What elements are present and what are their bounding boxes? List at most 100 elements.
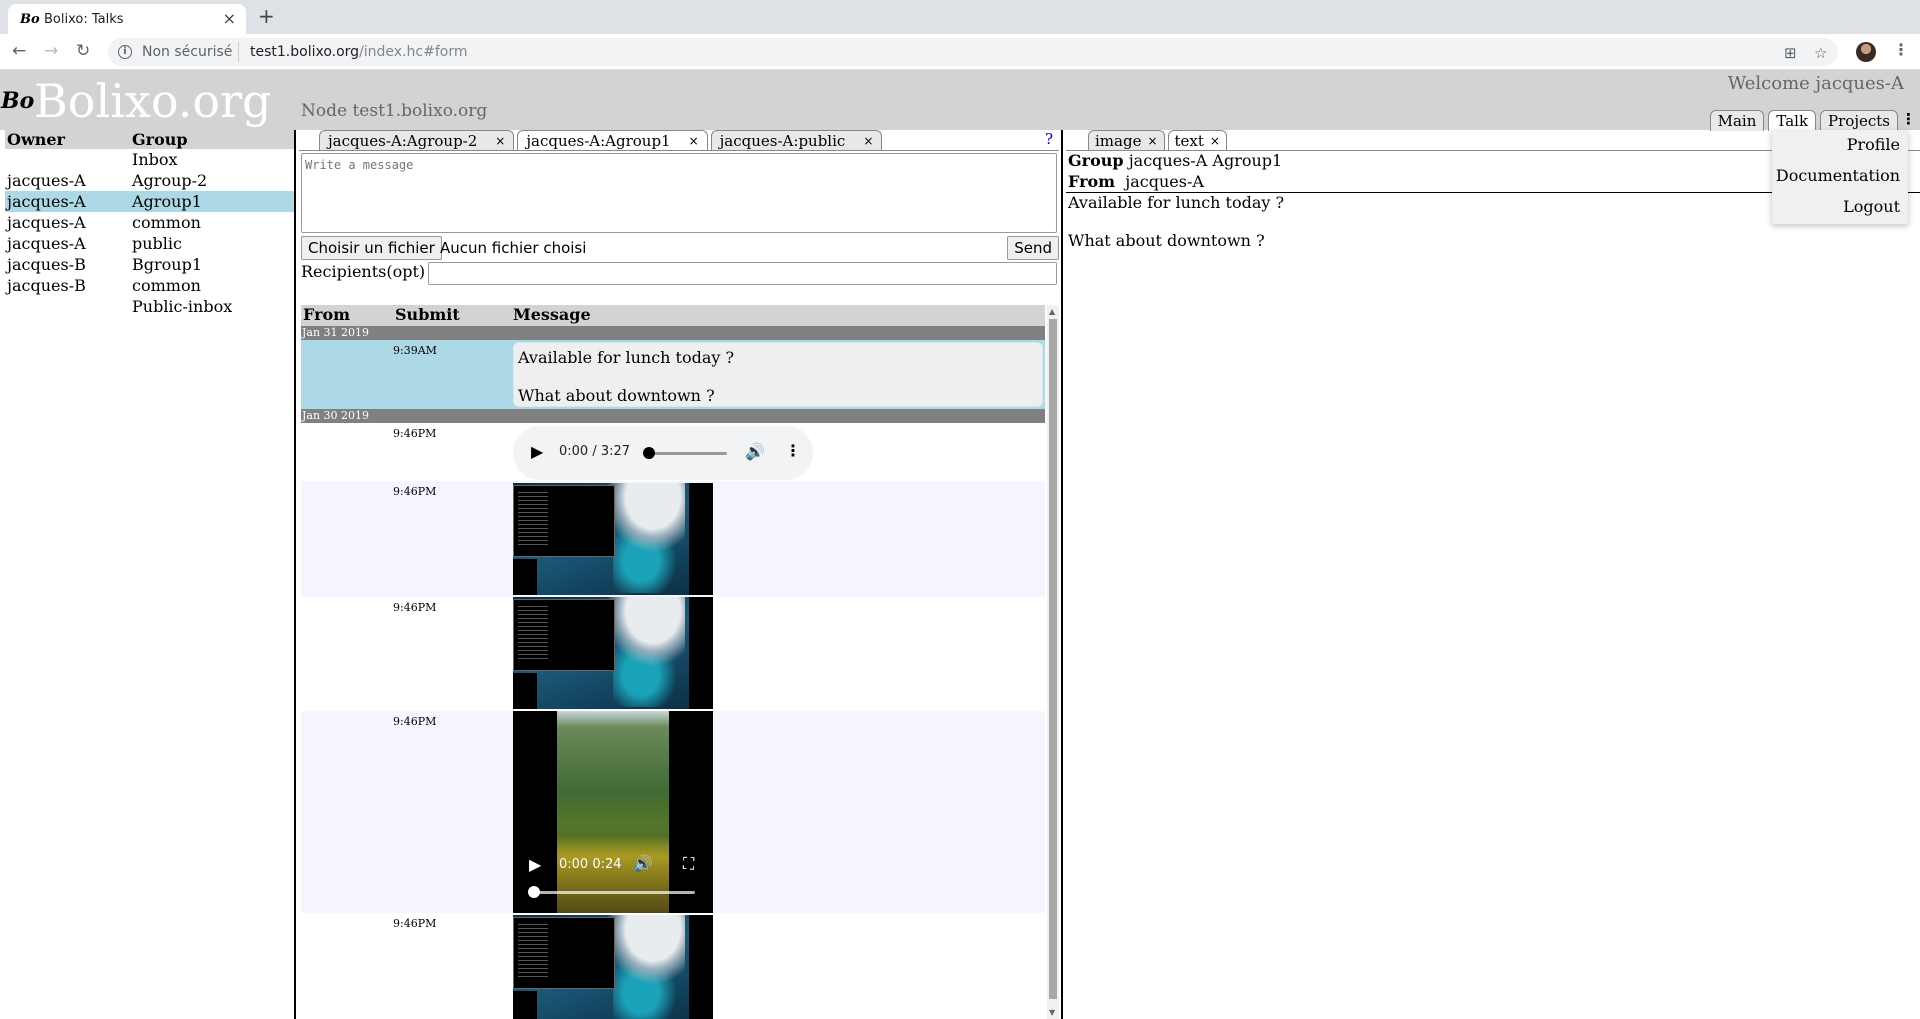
group-row[interactable]: jacques-B common [5,275,295,296]
group-name[interactable]: common [130,212,295,233]
video-progress[interactable] [533,891,695,894]
audio-progress[interactable] [647,452,727,455]
image-thumbnail[interactable] [513,597,713,709]
group-row[interactable]: Public-inbox [5,296,295,317]
message-scrollbar[interactable]: ▲ ▼ [1047,305,1059,1019]
message-row[interactable]: 9:46PM [301,597,1045,711]
message-line: Available for lunch today ? [518,348,735,367]
group-owner [5,149,130,170]
tab-projects[interactable]: Projects [1820,110,1898,131]
volume-icon[interactable]: 🔊 [745,442,765,461]
group-label: Group [1068,151,1124,170]
message-time: 9:46PM [393,917,437,930]
video-controls: ▶ 0:00 0:24 🔊 ⛶ [513,823,713,913]
recipients-input[interactable] [428,262,1057,285]
image-thumbnail[interactable] [513,483,713,595]
message-line: What about downtown ? [1068,231,1265,250]
reload-icon[interactable]: ↻ [76,41,90,61]
message-row[interactable]: 9:46PM [301,913,1045,1019]
play-icon[interactable]: ▶ [529,855,541,874]
tab-image[interactable]: image × [1088,130,1165,151]
audio-scrubber[interactable] [643,447,655,459]
group-owner: jacques-B [7,276,86,295]
group-name[interactable]: Public-inbox [130,296,295,317]
star-icon[interactable]: ☆ [1814,44,1827,62]
message-time: 9:46PM [393,715,437,728]
message-row-selected[interactable]: 9:39AM Available for lunch today ? What … [301,340,1045,409]
info-icon[interactable]: i [118,45,132,59]
close-icon[interactable]: × [1147,131,1157,151]
tab-talk[interactable]: Talk [1768,110,1817,131]
favicon-icon: Bo [20,12,40,27]
message-time: 9:39AM [393,344,437,357]
fullscreen-icon[interactable]: ⛶ [683,854,694,874]
group-row[interactable]: jacques-A Agroup-2 [5,170,295,191]
col-group: Group [130,130,295,149]
kebab-menu-icon[interactable]: ⋮ [1893,40,1909,59]
groups-table: Owner Group Inbox jacques-A Agroup-2 jacq… [5,130,295,317]
tab-conversation-active[interactable]: jacques-A:Agroup1 × [517,130,708,151]
menu-item-profile[interactable]: Profile [1772,132,1900,163]
app-menu-icon[interactable]: ⋮ [1901,110,1916,128]
close-icon[interactable]: × [495,131,505,151]
avatar[interactable] [1856,42,1876,62]
from-label: From [1068,172,1116,191]
close-icon[interactable]: × [1210,131,1220,151]
group-owner: jacques-B [7,255,86,274]
message-row[interactable]: 9:46PM [301,481,1045,597]
video-player[interactable]: ▶ 0:00 0:24 🔊 ⛶ [513,711,713,913]
video-scrubber[interactable] [528,886,540,898]
menu-item-logout[interactable]: Logout [1772,194,1900,225]
tab-text[interactable]: text × [1167,130,1227,151]
file-status: Aucun fichier choisi [440,239,587,257]
detail-tabs: image × text × [1088,130,1227,151]
send-button[interactable]: Send [1007,236,1059,260]
url-text[interactable]: test1.bolixo.org/index.hc#form [250,44,467,60]
back-arrow-icon[interactable]: ← [12,41,26,61]
group-row-selected[interactable]: jacques-A Agroup1 [5,191,295,212]
group-name[interactable]: Agroup1 [130,191,295,212]
browser-tab[interactable]: Bo Bolixo: Talks × [8,4,246,34]
forward-arrow-icon[interactable]: → [44,41,58,61]
play-icon[interactable]: ▶ [531,442,543,461]
node-label: Node test1.bolixo.org [301,101,488,121]
tab-close-icon[interactable]: × [223,9,236,28]
group-name[interactable]: Agroup-2 [130,170,295,191]
message-bubble[interactable]: Available for lunch today ? What about d… [513,342,1043,407]
date-separator: Jan 30 2019 [301,409,1045,423]
col-message: Message [513,305,591,324]
logo-text[interactable]: Bolixo.org [34,74,272,128]
group-name[interactable]: public [130,233,295,254]
choose-file-button[interactable]: Choisir un fichier [301,236,442,260]
group-row[interactable]: jacques-A public [5,233,295,254]
group-name[interactable]: Inbox [130,149,295,170]
tab-conversation[interactable]: jacques-A:Agroup-2 × [319,130,515,151]
volume-icon[interactable]: 🔊 [633,854,653,873]
scroll-down-icon[interactable]: ▼ [1049,1008,1055,1017]
tab-conversation[interactable]: jacques-A:public × [710,130,883,151]
scrollbar-thumb[interactable] [1049,319,1057,999]
close-icon[interactable]: × [863,131,873,151]
group-name[interactable]: common [130,275,295,296]
close-icon[interactable]: × [689,131,699,151]
scroll-up-icon[interactable]: ▲ [1049,307,1055,316]
group-name[interactable]: Bgroup1 [130,254,295,275]
address-bar[interactable]: i Non sécurisé test1.bolixo.org/index.hc… [108,38,1838,66]
panel-divider[interactable] [1061,130,1063,1019]
group-row[interactable]: Inbox [5,149,295,170]
new-tab-icon[interactable]: + [258,4,275,28]
url-separator [238,42,239,62]
translate-icon[interactable]: ⊞ [1784,44,1797,62]
group-row[interactable]: jacques-A common [5,212,295,233]
image-thumbnail[interactable] [513,915,713,1019]
message-row[interactable]: 9:46PM ▶ 0:00 0:24 🔊 ⛶ [301,711,1045,913]
help-link[interactable]: ? [1045,130,1053,148]
more-options-icon[interactable]: ⋮ [785,441,801,460]
tab-main[interactable]: Main [1709,110,1765,131]
panel-divider[interactable] [294,130,296,1019]
group-row[interactable]: jacques-B Bgroup1 [5,254,295,275]
message-row[interactable]: 9:46PM ▶ 0:00 / 3:27 🔊 ⋮ [301,423,1045,481]
audio-player[interactable]: ▶ 0:00 / 3:27 🔊 ⋮ [513,426,813,480]
menu-item-documentation[interactable]: Documentation [1772,163,1900,194]
message-input[interactable] [301,153,1057,233]
